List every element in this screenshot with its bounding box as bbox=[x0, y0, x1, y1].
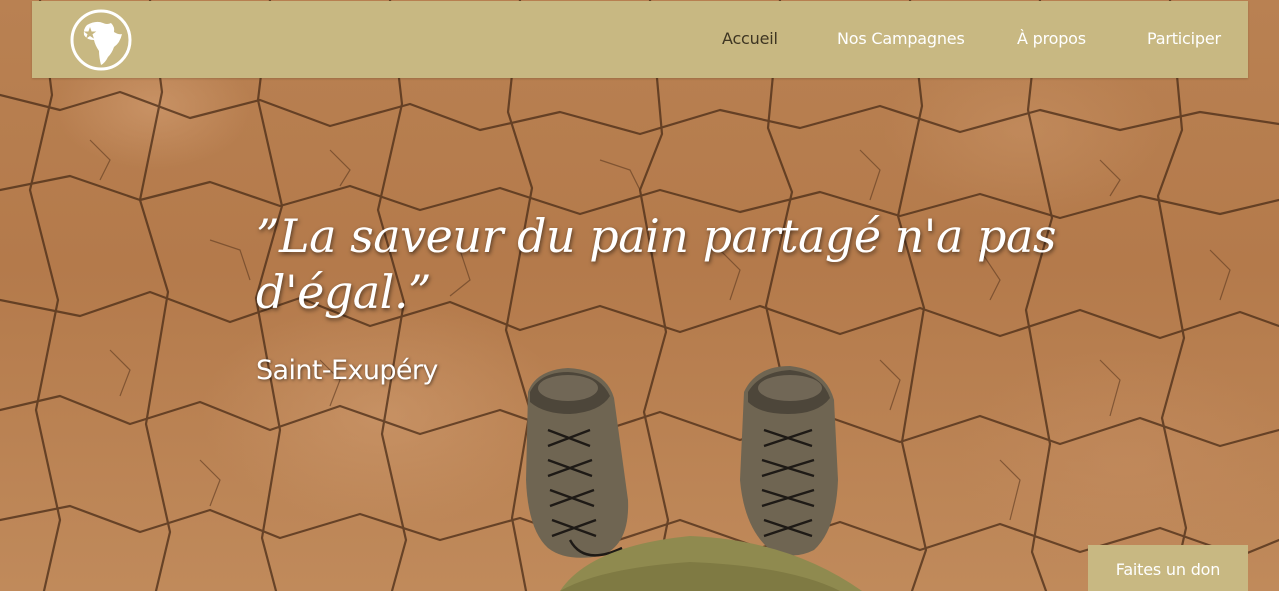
nav-item-nos-campagnes[interactable]: Nos Campagnes bbox=[837, 29, 965, 49]
nav-item-accueil[interactable]: Accueil bbox=[722, 29, 778, 49]
donate-button[interactable]: Faites un don bbox=[1088, 545, 1248, 591]
top-navbar: Accueil Nos Campagnes À propos Participe… bbox=[32, 1, 1248, 78]
africa-globe-icon[interactable] bbox=[70, 9, 132, 71]
hero-quote: ”La saveur du pain partagé n'a pas d'éga… bbox=[256, 209, 1056, 319]
hero-section: Accueil Nos Campagnes À propos Participe… bbox=[0, 0, 1279, 591]
hero-quote-author: Saint-Exupéry bbox=[256, 355, 438, 386]
nav-item-participer[interactable]: Participer bbox=[1147, 29, 1221, 49]
nav-item-a-propos[interactable]: À propos bbox=[1017, 29, 1086, 49]
